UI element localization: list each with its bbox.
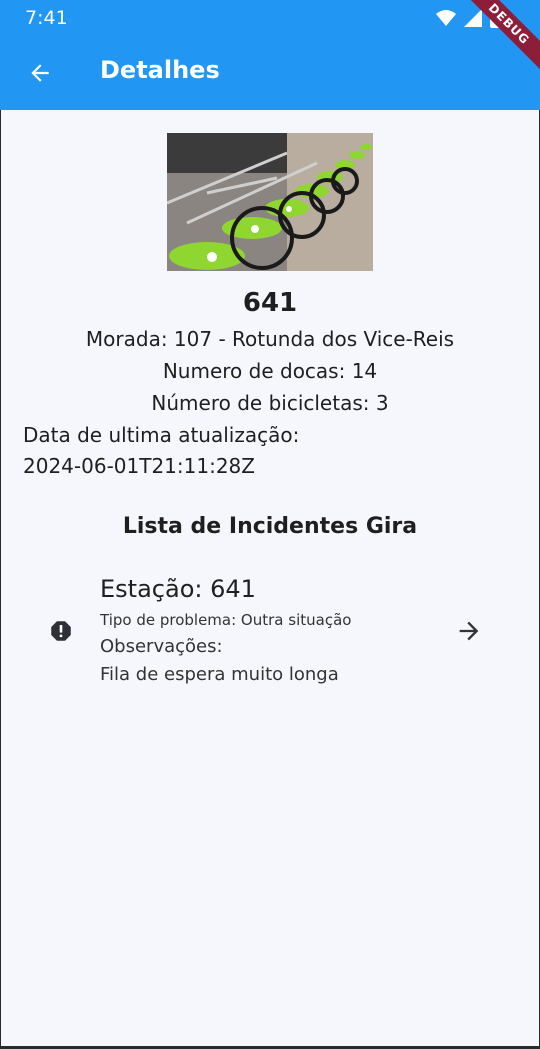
station-id: 641 <box>242 288 298 318</box>
incident-observations-text: Fila de espera muito longa <box>100 664 339 685</box>
station-photo <box>167 133 373 271</box>
last-update-value: 2024-06-01T21:11:28Z <box>23 454 255 478</box>
station-docks: Numero de docas: 14 <box>162 359 378 383</box>
last-update-label: Data de ultima atualização: <box>23 423 300 447</box>
arrow-back-icon <box>31 64 49 82</box>
incident-list-item[interactable]: Estação: 641 Tipo de problema: Outra sit… <box>0 565 540 705</box>
page-title: Detalhes <box>100 56 220 84</box>
incident-title: Estação: 641 <box>100 575 256 603</box>
station-address: Morada: 107 - Rotunda dos Vice-Reis <box>85 327 455 351</box>
bikes-image <box>167 133 373 271</box>
incidents-section-title: Lista de Incidentes Gira <box>122 514 418 539</box>
status-time: 7:41 <box>25 7 68 29</box>
debug-banner-container: DEBUG <box>460 0 540 80</box>
wifi-icon <box>436 10 456 26</box>
screen: 7:41 Detalhes DEBUG 641 Morada: 107 - Ro… <box>0 0 540 1049</box>
station-bikes: Número de bicicletas: 3 <box>151 391 389 415</box>
incident-type: Tipo de problema: Outra situação <box>100 611 352 629</box>
debug-banner: DEBUG <box>460 0 540 78</box>
back-button[interactable] <box>20 53 60 93</box>
app-bar: Detalhes <box>0 36 540 110</box>
status-bar: 7:41 <box>0 0 540 36</box>
left-border <box>0 110 1 1046</box>
error-icon <box>51 621 71 641</box>
incident-observations-label: Observações: <box>100 636 223 657</box>
arrow-forward-icon[interactable] <box>455 617 483 645</box>
